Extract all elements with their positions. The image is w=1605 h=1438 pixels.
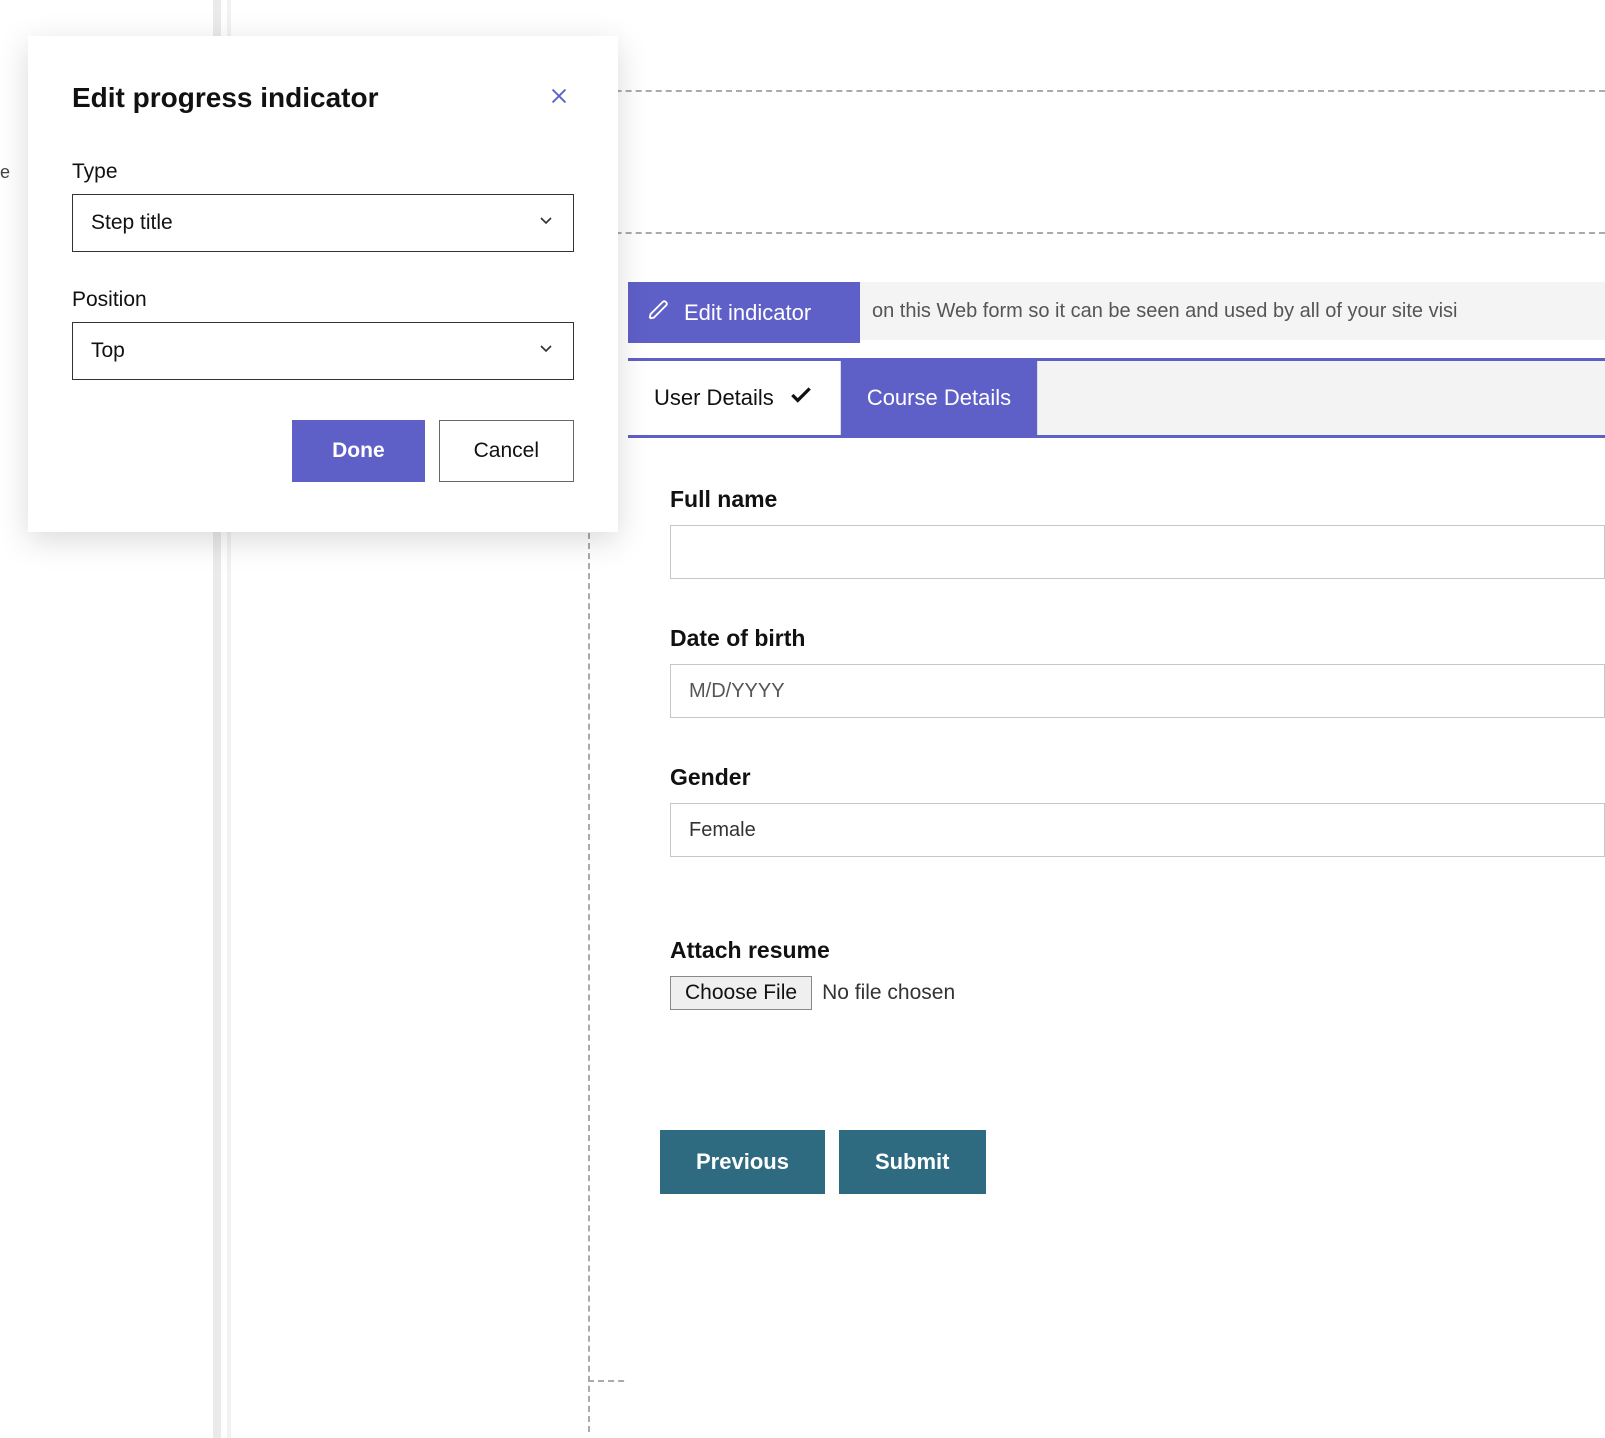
- check-icon: [788, 382, 814, 414]
- step-tab-course-details[interactable]: Course Details: [841, 361, 1038, 435]
- form-area: Full name Date of birth Gender Attach re…: [628, 438, 1605, 1438]
- input-full-name[interactable]: [670, 525, 1605, 579]
- done-button[interactable]: Done: [292, 420, 425, 482]
- edit-indicator-button[interactable]: Edit indicator: [628, 282, 860, 343]
- pencil-icon: [648, 299, 670, 327]
- close-button[interactable]: [544, 83, 574, 113]
- label-position: Position: [72, 288, 574, 312]
- modal-title: Edit progress indicator: [72, 82, 379, 114]
- input-dob[interactable]: [670, 664, 1605, 718]
- field-resume: Attach resume Choose File No file chosen: [670, 937, 1605, 1010]
- label-full-name: Full name: [670, 486, 1605, 513]
- label-type: Type: [72, 160, 574, 184]
- label-gender: Gender: [670, 764, 1605, 791]
- step-label: Course Details: [867, 385, 1011, 411]
- select-position[interactable]: [72, 322, 574, 380]
- edit-progress-indicator-panel: Edit progress indicator Type Position Do…: [28, 36, 618, 532]
- edit-indicator-label: Edit indicator: [684, 300, 811, 326]
- field-dob: Date of birth: [670, 625, 1605, 718]
- label-dob: Date of birth: [670, 625, 1605, 652]
- cancel-button[interactable]: Cancel: [439, 420, 574, 482]
- choose-file-button[interactable]: Choose File: [670, 976, 812, 1010]
- field-gender: Gender: [670, 764, 1605, 857]
- step-tab-user-details[interactable]: User Details: [628, 361, 841, 435]
- editor-dashed-line: [445, 232, 1605, 234]
- stray-char: e: [0, 162, 10, 183]
- editor-dashed-line: [445, 90, 1605, 92]
- step-label: User Details: [654, 385, 774, 411]
- select-gender[interactable]: [670, 803, 1605, 857]
- select-type[interactable]: [72, 194, 574, 252]
- previous-button[interactable]: Previous: [660, 1130, 825, 1194]
- progress-steps: User Details Course Details: [628, 358, 1605, 438]
- info-banner: on this Web form so it can be seen and u…: [860, 282, 1605, 340]
- field-full-name: Full name: [670, 486, 1605, 579]
- close-icon: [548, 85, 570, 112]
- submit-button[interactable]: Submit: [839, 1130, 986, 1194]
- form-actions: Previous Submit: [660, 1130, 1605, 1194]
- file-status: No file chosen: [822, 981, 955, 1005]
- label-resume: Attach resume: [670, 937, 1605, 964]
